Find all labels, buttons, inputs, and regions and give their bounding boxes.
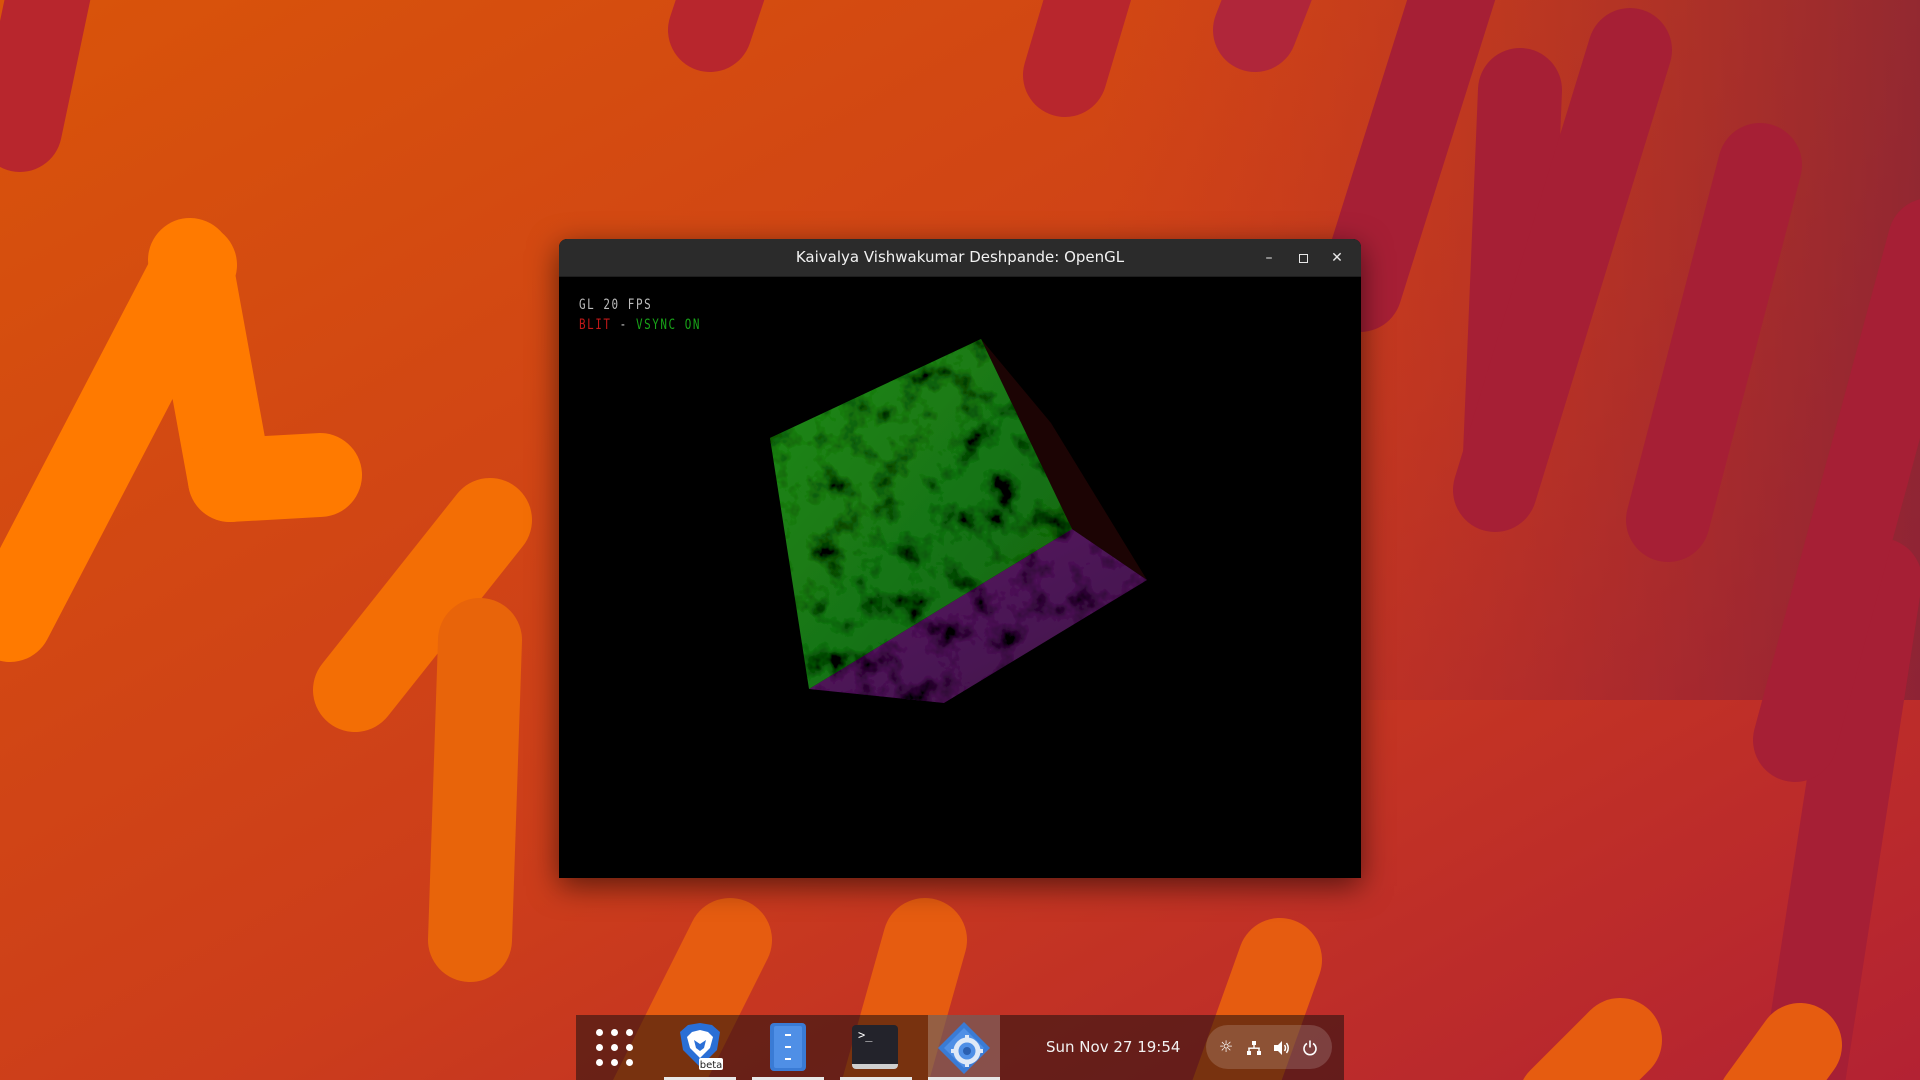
clock[interactable]: Sun Nov 27 19:54 xyxy=(1046,1015,1180,1080)
minimize-button[interactable]: – xyxy=(1258,247,1280,269)
system-tray[interactable]: ☼ xyxy=(1206,1025,1332,1069)
minimize-icon: – xyxy=(1265,250,1273,266)
dock-item-brave-beta[interactable]: beta xyxy=(664,1015,736,1080)
maximize-icon xyxy=(1298,253,1308,263)
close-button[interactable]: ✕ xyxy=(1326,247,1348,269)
power-icon xyxy=(1298,1025,1322,1069)
window-titlebar[interactable]: Kaivalya Vishwakumar Deshpande: OpenGL –… xyxy=(559,239,1361,277)
brave-beta-badge: beta xyxy=(700,1060,723,1071)
show-apps-button[interactable] xyxy=(576,1015,648,1080)
brightness-icon: ☼ xyxy=(1218,1037,1234,1056)
window-title: Kaivalya Vishwakumar Deshpande: OpenGL xyxy=(795,248,1125,266)
network-icon xyxy=(1242,1025,1266,1069)
dock-item-file-manager[interactable] xyxy=(752,1015,824,1080)
maximize-button[interactable] xyxy=(1292,247,1314,269)
volume-icon xyxy=(1270,1025,1294,1069)
opengl-window[interactable]: Kaivalya Vishwakumar Deshpande: OpenGL –… xyxy=(559,239,1361,878)
marble-cube xyxy=(770,339,1147,703)
opengl-app-icon xyxy=(938,1022,990,1074)
file-manager-icon xyxy=(770,1023,806,1071)
apps-grid-icon xyxy=(596,1029,634,1067)
terminal-icon: >_ xyxy=(852,1025,898,1069)
terminal-prompt: >_ xyxy=(858,1028,873,1042)
close-icon: ✕ xyxy=(1331,250,1343,266)
taskbar: beta >_ Sun Nov 27 19:54 ☼ xyxy=(576,1015,1344,1080)
dock-item-terminal[interactable]: >_ xyxy=(840,1015,912,1080)
brave-beta-icon: beta xyxy=(680,1023,723,1071)
dock-item-opengl-app[interactable] xyxy=(928,1015,1000,1080)
opengl-viewport[interactable]: GL 20 FPS BLIT - VSYNC ON xyxy=(559,277,1361,878)
